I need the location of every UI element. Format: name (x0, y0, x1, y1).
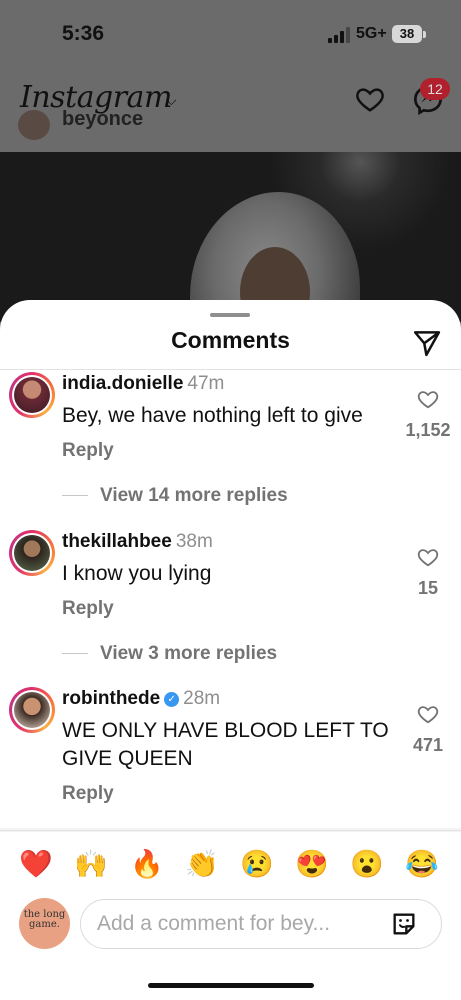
emoji-clap[interactable]: 👏 (182, 845, 222, 883)
emoji-quick-bar: ❤️ 🙌 🔥 👏 😢 😍 😮 😂 (0, 845, 461, 885)
view-more-replies-label: View 3 more replies (100, 643, 278, 664)
comment-composer: the long game. (0, 898, 461, 954)
heart-icon[interactable] (416, 703, 440, 725)
comment-text: Bey, we have nothing left to give (62, 404, 363, 427)
comment-time: 47m (187, 373, 225, 394)
heart-icon[interactable] (416, 388, 440, 410)
avatar[interactable] (9, 372, 55, 418)
like-count: 471 (412, 735, 444, 755)
comment-input[interactable] (80, 899, 442, 949)
messenger-badge: 12 (420, 78, 450, 100)
avatar[interactable] (9, 687, 55, 733)
battery-tip (423, 31, 426, 38)
chevron-down-icon[interactable]: ⌵ (166, 92, 177, 109)
status-bar: 5:36 5G+ 38 (0, 0, 461, 70)
comment-time: 38m (175, 531, 213, 552)
divider (0, 830, 461, 831)
network-type: 5G+ (356, 25, 387, 42)
emoji-raised-hands[interactable]: 🙌 (71, 845, 111, 883)
view-more-replies[interactable]: View 14 more replies (62, 485, 288, 507)
reply-button[interactable]: Reply (62, 783, 114, 805)
cellular-signal-icon (328, 27, 350, 43)
heart-icon[interactable] (416, 546, 440, 568)
emoji-laughing[interactable]: 😂 (402, 845, 442, 883)
heart-icon[interactable] (355, 84, 385, 114)
post-author-avatar (18, 110, 50, 140)
avatar[interactable] (9, 530, 55, 576)
comment-username[interactable]: robinthede (62, 688, 160, 709)
emoji-heart[interactable]: ❤️ (16, 845, 56, 883)
divider (0, 369, 461, 370)
sheet-grabber[interactable] (210, 313, 250, 317)
comment-username[interactable]: thekillahbee (62, 531, 172, 552)
reply-button[interactable]: Reply (62, 598, 114, 620)
reply-button[interactable]: Reply (62, 440, 114, 462)
status-time: 5:36 (62, 22, 105, 45)
sheet-title: Comments (171, 327, 290, 353)
post-author-name: beyonce (62, 108, 144, 130)
share-icon[interactable] (412, 328, 442, 358)
post-image (0, 152, 461, 322)
home-indicator[interactable] (148, 983, 314, 988)
like-count: 15 (417, 578, 439, 598)
emoji-surprised[interactable]: 😮 (347, 845, 387, 883)
avatar[interactable]: the long game. (19, 898, 70, 949)
comment-time: 28m (183, 688, 221, 709)
comment-text: WE ONLY HAVE BLOOD LEFT TO GIVE QUEEN (62, 719, 389, 770)
comments-sheet: Comments india.donielle 47m Bey, we have … (0, 300, 461, 1000)
emoji-heart-eyes[interactable]: 😍 (292, 845, 332, 883)
comment-username[interactable]: india.donielle (62, 373, 183, 394)
like-count: 1,152 (405, 420, 451, 440)
view-more-replies-label: View 14 more replies (100, 485, 288, 506)
sticker-icon[interactable] (390, 910, 418, 938)
comment-text: I know you lying (62, 562, 212, 585)
emoji-fire[interactable]: 🔥 (127, 845, 167, 883)
view-more-replies[interactable]: View 3 more replies (62, 643, 277, 665)
emoji-crying[interactable]: 😢 (237, 845, 277, 883)
verified-badge-icon: ✓ (164, 692, 180, 707)
battery-icon: 38 (392, 25, 422, 43)
